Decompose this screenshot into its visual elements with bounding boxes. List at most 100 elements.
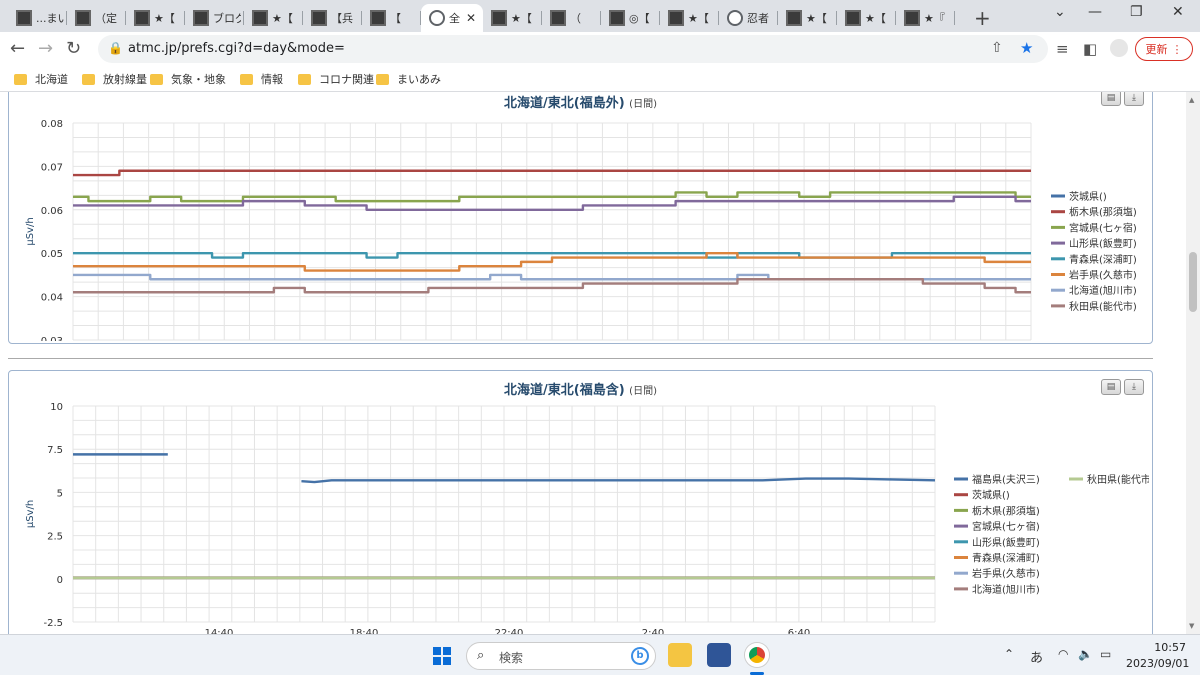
update-label: 更新 — [1145, 43, 1168, 56]
chevron-up-icon[interactable]: ⌃ — [1004, 647, 1014, 661]
search-icon: ⌕ — [477, 648, 485, 663]
ime-indicator[interactable]: あ — [1030, 647, 1043, 666]
bookmark-star-icon[interactable]: ★ — [1020, 39, 1033, 57]
bing-icon[interactable]: b — [631, 647, 649, 665]
bookmark-folder[interactable]: 放射線量 — [82, 71, 147, 87]
y-axis-label: μSv/h — [25, 217, 36, 245]
y-tick-label: 2.5 — [47, 532, 63, 543]
bookmark-folder[interactable]: 気象・地象 — [150, 71, 226, 87]
chrome-icon[interactable] — [745, 643, 769, 667]
tab-favicon-icon — [491, 10, 507, 26]
tab-favicon-icon — [16, 10, 32, 26]
legend-label: 北海道(旭川市) — [972, 583, 1040, 596]
legend-label: 青森県(深浦町) — [972, 552, 1040, 565]
chart-panel-excluding-fukushima: 北海道/東北(福島外) (日間) ▤ ⤓ 0.030.040.050.060.0… — [8, 92, 1153, 344]
scroll-down-icon[interactable]: ▼ — [1189, 622, 1194, 630]
taskbar-search[interactable]: ⌕ 検索 b — [466, 642, 656, 670]
legend-label: 宮城県(七ヶ宿) — [1069, 221, 1137, 234]
browser-tab[interactable]: ◎【 — [601, 4, 660, 32]
update-button[interactable]: 更新 ⋮ — [1135, 37, 1193, 61]
maximize-button[interactable]: ❐ — [1130, 4, 1143, 20]
share-icon[interactable]: ⇧ — [991, 40, 1003, 56]
legend-label: 茨城県() — [1069, 190, 1107, 203]
browser-tab[interactable]: 【兵 — [303, 4, 362, 32]
lock-icon: 🔒 — [108, 41, 123, 55]
y-tick-label: 10 — [50, 402, 63, 413]
bookmark-folder[interactable]: 情報 — [240, 71, 283, 87]
browser-tab[interactable]: ★【 — [778, 4, 837, 32]
tab-favicon-icon — [904, 10, 920, 26]
page-content: 北海道/東北(福島外) (日間) ▤ ⤓ 0.030.040.050.060.0… — [0, 92, 1200, 634]
legend-label: 栃木県(那須塩) — [1069, 206, 1137, 219]
volume-icon[interactable]: 🔈 — [1078, 647, 1093, 661]
url-text[interactable]: atmc.jp/prefs.cgi?d=day&mode= — [128, 41, 345, 56]
y-tick-label: 5 — [57, 488, 63, 499]
tab-favicon-icon — [311, 10, 327, 26]
reading-list-icon[interactable]: ≡ — [1056, 40, 1069, 58]
close-window-button[interactable]: ✕ — [1172, 4, 1184, 20]
tab-favicon-icon — [609, 10, 625, 26]
reload-icon[interactable]: ↻ — [66, 38, 81, 59]
new-tab-button[interactable]: + — [974, 6, 991, 30]
browser-tab[interactable]: 【 — [362, 4, 421, 32]
bookmark-folder[interactable]: まいあみ — [376, 71, 441, 87]
browser-tab[interactable]: 忍者 — [719, 4, 778, 32]
legend-label: 青森県(深浦町) — [1069, 253, 1137, 266]
tab-favicon-icon — [550, 10, 566, 26]
browser-tab[interactable]: 全 ✕ — [421, 4, 483, 32]
tab-title: ★【 — [806, 12, 827, 25]
start-button[interactable] — [433, 647, 451, 665]
browser-tab[interactable]: ★【 — [660, 4, 719, 32]
browser-tab[interactable]: ブログ — [185, 4, 244, 32]
chart-including-fukushima: -2.502.557.51014:40 18:40 22:40 2:40 6:40μSv… — [25, 402, 1149, 634]
bookmark-label: まいあみ — [397, 73, 441, 86]
tab-strip: ...まい （定 ★【 ブログ ★【 【兵【全 ✕ ★【（◎【 ★【 忍者 ★【 ★【 ★『 — [0, 0, 1200, 32]
battery-icon[interactable]: ▭ — [1100, 647, 1111, 661]
profile-avatar[interactable] — [1110, 39, 1128, 57]
y-tick-label: 0 — [57, 575, 63, 586]
bookmark-folder[interactable]: コロナ関連 — [298, 71, 374, 87]
more-menu-icon: ⋮ — [1171, 42, 1183, 56]
taskbar: ⌕ 検索 b ⌃ あ ◠ 🔈 ▭ 10:57 2023/09/01 — [0, 634, 1200, 675]
browser-tab[interactable]: ★『 — [896, 4, 955, 32]
browser-tab[interactable]: ★【 — [244, 4, 303, 32]
notepad-icon[interactable] — [707, 643, 731, 667]
minimize-button[interactable]: — — [1088, 4, 1102, 20]
chart-panel-including-fukushima: 北海道/東北(福島含) (日間) ▤ ⤓ -2.5 0 2.5 5 7.5 10 14:40… — [8, 370, 1153, 634]
side-panel-icon[interactable]: ◧ — [1083, 40, 1097, 58]
forward-icon[interactable]: → — [38, 38, 53, 59]
folder-icon — [298, 73, 311, 85]
clock[interactable]: 10:57 2023/09/01 — [1126, 640, 1189, 672]
tab-title: 全 — [449, 12, 460, 25]
vertical-scrollbar[interactable]: ▲ ▼ — [1186, 92, 1200, 634]
y-tick-label: 0.05 — [41, 249, 63, 260]
scrollbar-thumb[interactable] — [1189, 252, 1197, 312]
tab-favicon-icon — [429, 10, 445, 26]
wifi-icon[interactable]: ◠ — [1058, 647, 1068, 661]
scroll-up-icon[interactable]: ▲ — [1189, 96, 1194, 104]
y-tick-label: 0.04 — [41, 293, 63, 304]
legend-label: 岩手県(久慈市) — [1069, 269, 1137, 282]
legend-label: 宮城県(七ヶ宿) — [972, 520, 1040, 533]
close-tab-icon[interactable]: ✕ — [466, 11, 476, 25]
tab-favicon-icon — [668, 10, 684, 26]
tab-favicon-icon — [786, 10, 802, 26]
browser-tab[interactable]: ★【 — [837, 4, 896, 32]
bookmark-label: 情報 — [261, 73, 283, 86]
tab-search-icon[interactable]: ⌄ — [1054, 4, 1066, 20]
browser-tab[interactable]: ...まい — [8, 4, 67, 32]
folder-icon — [14, 73, 27, 85]
address-bar[interactable]: 🔒 atmc.jp/prefs.cgi?d=day&mode= ⇧ ★ — [98, 35, 1048, 63]
y-tick-label: 7.5 — [47, 445, 63, 456]
back-icon[interactable]: ← — [10, 38, 25, 59]
browser-tab[interactable]: ★【 — [126, 4, 185, 32]
browser-tab[interactable]: ★【 — [483, 4, 542, 32]
chart-excluding-fukushima: 0.030.040.050.060.070.0810:4014:4018:402… — [25, 119, 1137, 341]
browser-tab[interactable]: （ — [542, 4, 601, 32]
browser-tab[interactable]: （定 — [67, 4, 126, 32]
file-explorer-icon[interactable] — [668, 643, 692, 667]
bookmark-folder[interactable]: 北海道 — [14, 71, 68, 87]
tab-title: ブログ — [213, 12, 241, 25]
tab-title: ★【 — [865, 12, 886, 25]
y-tick-label: 0.07 — [41, 162, 63, 173]
